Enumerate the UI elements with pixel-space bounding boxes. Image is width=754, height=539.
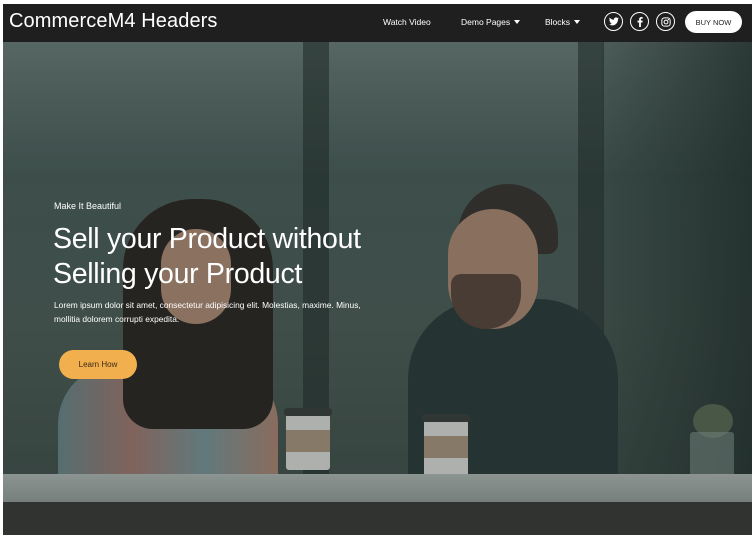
nav-link-watch-video[interactable]: Watch Video	[383, 17, 431, 27]
learn-how-button[interactable]: Learn How	[59, 350, 137, 379]
twitter-icon[interactable]	[604, 12, 623, 31]
navbar: CommerceM4 Headers Watch Video Demo Page…	[3, 4, 752, 42]
hero-subtext: Lorem ipsum dolor sit amet, consectetur …	[54, 300, 361, 324]
hero-headline: Sell your Product without Selling your P…	[53, 222, 473, 292]
nav-link-label: Watch Video	[383, 17, 431, 27]
hero-headline-line: Selling your Product	[53, 258, 303, 290]
chevron-down-icon	[574, 20, 581, 24]
nav-link-label: Blocks	[545, 17, 571, 27]
buy-now-button[interactable]: BUY NOW	[685, 11, 742, 33]
facebook-icon[interactable]	[630, 12, 649, 31]
nav-link-demo-pages[interactable]: Demo Pages	[461, 17, 521, 27]
page-frame: CommerceM4 Headers Watch Video Demo Page…	[3, 4, 752, 535]
hero-eyebrow: Make It Beautiful	[54, 201, 122, 211]
nav-link-blocks[interactable]: Blocks	[545, 17, 581, 27]
chevron-down-icon	[514, 20, 521, 24]
instagram-icon[interactable]	[656, 12, 675, 31]
hero-headline-line: Sell your Product without	[53, 223, 361, 255]
brand-logo[interactable]: CommerceM4 Headers	[9, 10, 218, 33]
nav-link-label: Demo Pages	[461, 17, 511, 27]
